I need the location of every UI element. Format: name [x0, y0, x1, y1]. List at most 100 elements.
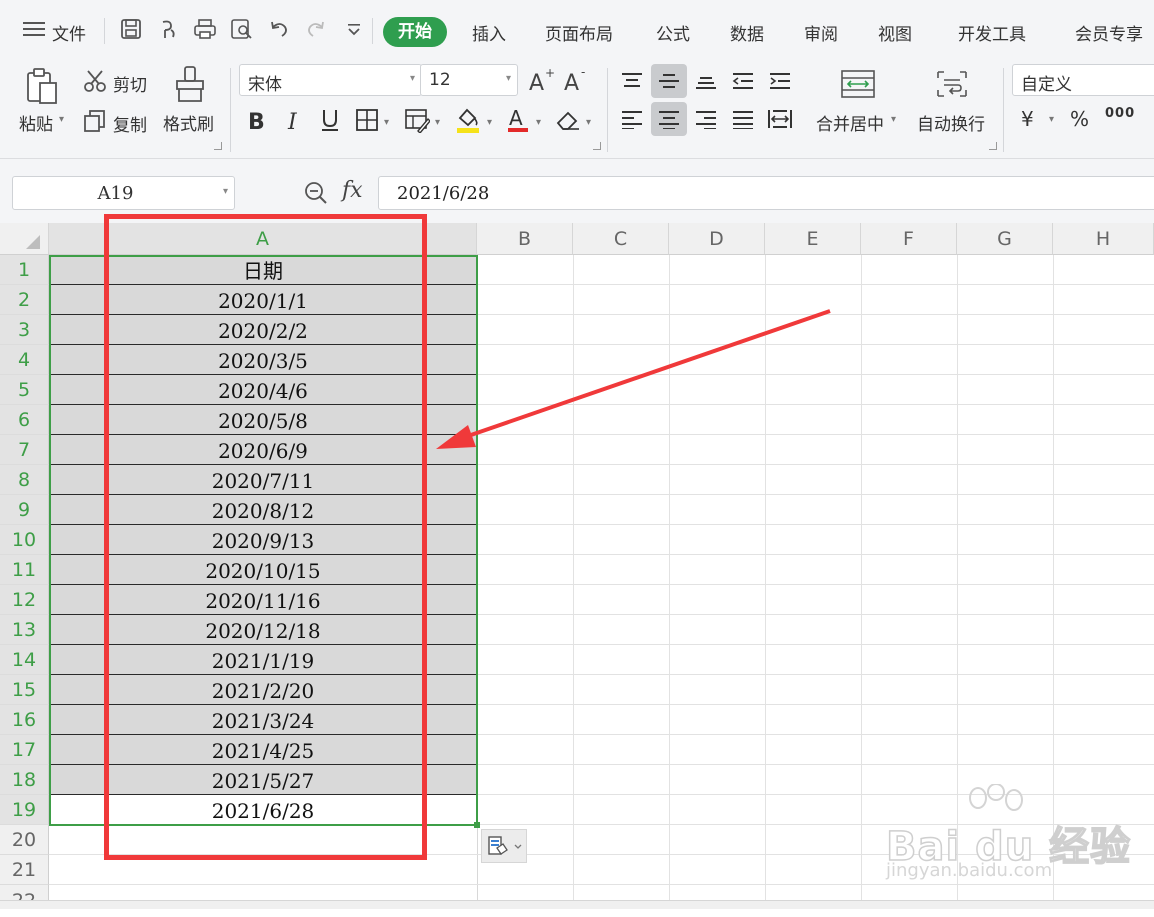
distributed-align-icon[interactable] [763, 102, 797, 136]
row-header-20[interactable]: 20 [0, 825, 49, 855]
cell-a11[interactable]: 2020/10/15 [49, 555, 477, 585]
underline-icon[interactable] [316, 104, 344, 136]
copy-button[interactable]: 复制 [113, 111, 147, 136]
align-top-icon[interactable] [615, 64, 649, 98]
cell-a8[interactable]: 2020/7/11 [49, 465, 477, 495]
cell-a17[interactable]: 2021/4/25 [49, 735, 477, 765]
wrap-text-button[interactable]: 自动换行 [917, 110, 985, 135]
cell-a12[interactable]: 2020/11/16 [49, 585, 477, 615]
paste-button[interactable]: 粘贴 [19, 110, 53, 135]
font-name-select[interactable]: 宋体 ▾ [239, 64, 422, 96]
spreadsheet-grid[interactable]: A B C D E F G H 1 2 3 4 5 6 7 8 9 10 11 … [0, 223, 1154, 912]
decrease-indent-icon[interactable] [726, 64, 760, 98]
column-header-b[interactable]: B [477, 223, 573, 255]
function-wizard-button[interactable]: fx [342, 178, 363, 203]
chevron-down-icon[interactable]: ▾ [536, 117, 541, 128]
column-header-e[interactable]: E [765, 223, 861, 255]
chevron-down-icon[interactable]: ▾ [487, 117, 492, 128]
row-header-19[interactable]: 19 [0, 795, 49, 825]
hamburger-menu-icon[interactable] [22, 16, 46, 42]
justify-icon[interactable] [726, 102, 760, 136]
select-all-corner[interactable] [0, 223, 49, 255]
paste-dropdown-icon[interactable]: ▾ [59, 114, 64, 125]
copy-icon[interactable] [82, 108, 108, 134]
borders-icon[interactable] [352, 104, 382, 136]
column-header-f[interactable]: F [861, 223, 957, 255]
cell-a3[interactable]: 2020/2/2 [49, 315, 477, 345]
align-middle-icon[interactable] [651, 64, 687, 98]
row-header-1[interactable]: 1 [0, 255, 49, 285]
tab-view[interactable]: 视图 [878, 20, 912, 45]
undo-icon[interactable] [266, 16, 292, 42]
print-icon[interactable] [192, 16, 218, 42]
row-header-12[interactable]: 12 [0, 585, 49, 615]
row-header-4[interactable]: 4 [0, 345, 49, 375]
row-header-2[interactable]: 2 [0, 285, 49, 315]
cell-a18[interactable]: 2021/5/27 [49, 765, 477, 795]
formula-input[interactable]: 2021/6/28 [378, 176, 1154, 210]
scissors-icon[interactable] [82, 68, 108, 94]
tab-insert[interactable]: 插入 [472, 20, 506, 45]
font-size-select[interactable]: 12 ▾ [420, 64, 518, 96]
column-header-h[interactable]: H [1053, 223, 1154, 255]
chevron-down-icon[interactable]: ▾ [384, 117, 389, 128]
format-painter-icon[interactable] [170, 64, 210, 106]
row-header-11[interactable]: 11 [0, 555, 49, 585]
chevron-down-icon[interactable]: ▾ [435, 117, 440, 128]
row-header-3[interactable]: 3 [0, 315, 49, 345]
cell-a15[interactable]: 2021/2/20 [49, 675, 477, 705]
wrap-text-icon[interactable] [932, 66, 972, 102]
cell-a4[interactable]: 2020/3/5 [49, 345, 477, 375]
merge-center-icon[interactable] [838, 66, 878, 102]
zoom-search-icon[interactable] [302, 179, 330, 207]
cell-a7[interactable]: 2020/6/9 [49, 435, 477, 465]
row-header-17[interactable]: 17 [0, 735, 49, 765]
paste-options-button[interactable] [481, 829, 527, 863]
cell-a14[interactable]: 2021/1/19 [49, 645, 477, 675]
italic-icon[interactable]: I [280, 104, 308, 136]
cell-a5[interactable]: 2020/4/6 [49, 375, 477, 405]
row-header-7[interactable]: 7 [0, 435, 49, 465]
cell-a6[interactable]: 2020/5/8 [49, 405, 477, 435]
align-right-icon[interactable] [689, 102, 723, 136]
row-header-15[interactable]: 15 [0, 675, 49, 705]
column-header-d[interactable]: D [669, 223, 765, 255]
fill-handle[interactable] [474, 822, 480, 828]
align-bottom-icon[interactable] [689, 64, 723, 98]
percent-format-button[interactable]: % [1070, 107, 1089, 131]
customize-toolbar-icon[interactable] [341, 16, 367, 42]
chevron-down-icon[interactable]: ▾ [891, 114, 896, 125]
tab-page-layout[interactable]: 页面布局 [545, 20, 613, 45]
row-header-5[interactable]: 5 [0, 375, 49, 405]
print-preview-icon[interactable] [229, 16, 255, 42]
format-painter-button[interactable]: 格式刷 [163, 110, 214, 135]
tab-data[interactable]: 数据 [730, 20, 764, 45]
name-box[interactable]: A19 ▾ [12, 176, 235, 210]
cell-a9[interactable]: 2020/8/12 [49, 495, 477, 525]
cell-a16[interactable]: 2021/3/24 [49, 705, 477, 735]
merge-center-button[interactable]: 合并居中 [816, 110, 884, 135]
number-format-select[interactable]: 自定义 [1012, 64, 1154, 96]
redo-icon[interactable] [303, 16, 329, 42]
file-menu[interactable]: 文件 [52, 20, 86, 45]
cell-a10[interactable]: 2020/9/13 [49, 525, 477, 555]
row-header-14[interactable]: 14 [0, 645, 49, 675]
cell-a1[interactable]: 日期 [49, 255, 477, 285]
row-header-13[interactable]: 13 [0, 615, 49, 645]
bold-icon[interactable]: B [242, 104, 272, 136]
export-icon[interactable] [155, 16, 181, 42]
alignment-launcher-icon[interactable] [989, 142, 997, 150]
save-icon[interactable] [118, 16, 144, 42]
decrease-font-icon[interactable]: A- [562, 64, 590, 96]
column-header-c[interactable]: C [573, 223, 669, 255]
clipboard-launcher-icon[interactable] [214, 142, 222, 150]
chevron-down-icon[interactable]: ▾ [586, 117, 591, 128]
row-header-21[interactable]: 21 [0, 855, 49, 885]
currency-format-button[interactable]: ¥ [1021, 107, 1034, 131]
chevron-down-icon[interactable]: ▾ [1049, 114, 1054, 125]
thousands-format-button[interactable]: 000 [1105, 106, 1135, 121]
paste-icon[interactable] [22, 66, 62, 106]
cell-a13[interactable]: 2020/12/18 [49, 615, 477, 645]
font-color-icon[interactable]: A [503, 104, 533, 136]
cell-a2[interactable]: 2020/1/1 [49, 285, 477, 315]
